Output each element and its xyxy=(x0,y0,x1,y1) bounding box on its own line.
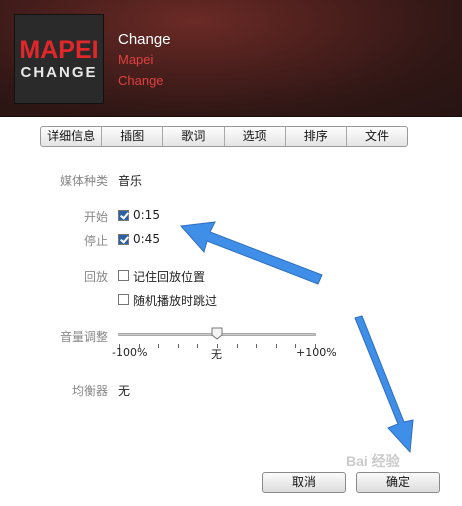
tab-details[interactable]: 详细信息 xyxy=(41,127,103,146)
start-label: 开始 xyxy=(83,210,108,224)
media-kind-label: 媒体种类 xyxy=(59,174,108,188)
volume-tick xyxy=(237,344,238,348)
start-time-field[interactable]: 0:15 xyxy=(133,208,160,222)
remember-position-label[interactable]: 记住回放位置 xyxy=(133,268,205,285)
tab-bar: 详细信息 插图 歌词 选项 排序 文件 xyxy=(40,126,408,147)
song-title: Change xyxy=(118,31,171,48)
song-artist: Mapei xyxy=(118,52,154,67)
album-artwork[interactable]: MAPEI CHANGE xyxy=(14,14,104,104)
playback-label: 回放 xyxy=(83,270,108,284)
volume-tick xyxy=(256,344,257,348)
volume-min-label: -100% xyxy=(112,346,148,359)
volume-mid-label: 无 xyxy=(211,348,222,361)
ok-button[interactable]: 确定 xyxy=(356,472,440,493)
tab-lyrics[interactable]: 歌词 xyxy=(163,127,225,146)
skip-shuffle-checkbox[interactable] xyxy=(118,294,129,305)
header-panel: MAPEI CHANGE Change Mapei Change xyxy=(0,0,462,117)
annotation-arrow-icon xyxy=(354,315,414,454)
song-album: Change xyxy=(118,73,164,88)
stop-time-field[interactable]: 0:45 xyxy=(133,232,160,246)
cancel-button[interactable]: 取消 xyxy=(262,472,346,493)
skip-shuffle-label[interactable]: 随机播放时跳过 xyxy=(133,292,217,309)
artwork-text-line2: CHANGE xyxy=(20,63,98,81)
volume-slider-thumb[interactable] xyxy=(211,327,223,340)
volume-tick xyxy=(276,344,277,348)
media-kind-value[interactable]: 音乐 xyxy=(118,172,142,189)
equalizer-value[interactable]: 无 xyxy=(118,382,130,399)
tab-artwork[interactable]: 插图 xyxy=(102,127,164,146)
tab-options[interactable]: 选项 xyxy=(225,127,286,146)
tab-sorting[interactable]: 排序 xyxy=(286,127,347,146)
stop-label: 停止 xyxy=(83,234,108,248)
volume-tick xyxy=(197,344,198,348)
equalizer-label: 均衡器 xyxy=(71,384,108,398)
stop-checkbox[interactable] xyxy=(118,234,129,245)
volume-label: 音量调整 xyxy=(59,330,108,344)
tab-file[interactable]: 文件 xyxy=(347,127,407,146)
volume-tick xyxy=(178,344,179,348)
remember-position-checkbox[interactable] xyxy=(118,270,129,281)
volume-max-label: +100% xyxy=(296,346,337,359)
watermark-text: Bai 经验 xyxy=(346,453,400,469)
artwork-text-line1: MAPEI xyxy=(19,35,99,64)
start-checkbox[interactable] xyxy=(118,210,129,221)
volume-tick xyxy=(158,344,159,348)
